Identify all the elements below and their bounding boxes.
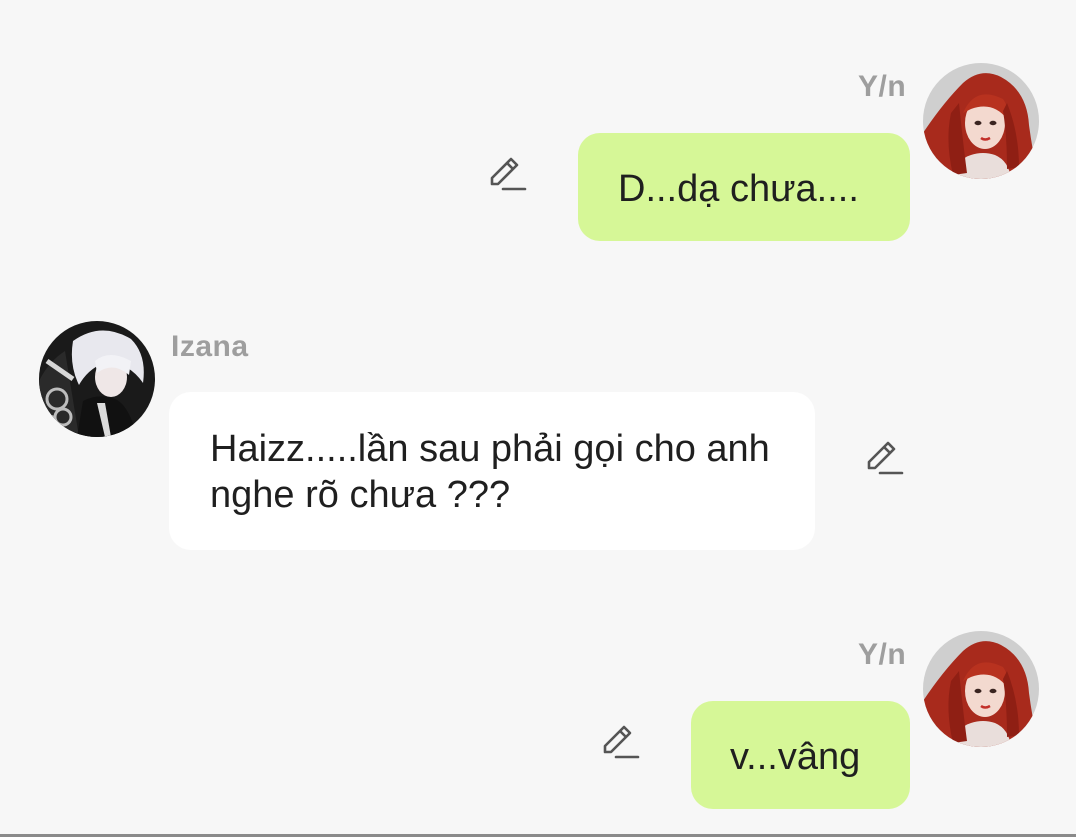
sender-name: Izana xyxy=(171,330,249,363)
edit-message-button[interactable] xyxy=(862,438,904,480)
edit-message-button[interactable] xyxy=(485,154,527,196)
avatar-izana[interactable] xyxy=(39,321,155,437)
avatar-yn[interactable] xyxy=(923,631,1039,747)
message-bubble-theirs[interactable]: Haizz.....lần sau phải gọi cho anh nghe … xyxy=(169,392,815,550)
sender-name: Y/n xyxy=(858,638,907,671)
avatar-yn[interactable] xyxy=(923,63,1039,179)
red-haired-girl-avatar-icon xyxy=(923,631,1039,747)
red-haired-girl-avatar-icon xyxy=(923,63,1039,179)
sender-name: Y/n xyxy=(858,70,907,103)
edit-message-button[interactable] xyxy=(598,722,640,764)
pencil-edit-icon xyxy=(867,441,904,475)
chat-thread: Y/n D...dạ chưa.... Izana Haizz.....lần … xyxy=(0,0,1076,837)
pencil-edit-icon xyxy=(603,725,640,759)
message-bubble-mine[interactable]: v...vâng xyxy=(691,701,910,809)
pencil-edit-icon xyxy=(490,157,527,191)
message-bubble-mine[interactable]: D...dạ chưa.... xyxy=(578,133,910,241)
white-haired-boy-avatar-icon xyxy=(39,321,155,437)
